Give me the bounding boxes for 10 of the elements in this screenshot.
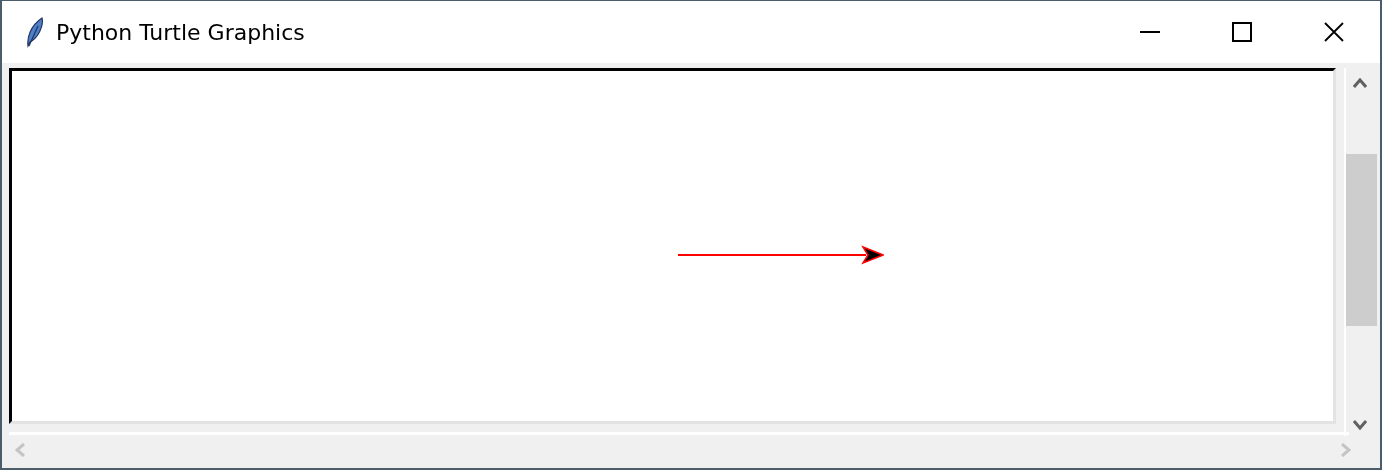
scroll-left-button[interactable]	[15, 443, 25, 457]
vertical-scrollbar[interactable]	[1344, 68, 1377, 436]
close-icon[interactable]	[1323, 21, 1345, 43]
window-title: Python Turtle Graphics	[56, 18, 305, 47]
scroll-down-button[interactable]	[1353, 420, 1367, 430]
maximize-icon[interactable]	[1231, 21, 1253, 43]
feather-icon	[24, 16, 46, 48]
scroll-up-button[interactable]	[1353, 78, 1367, 88]
scroll-right-button[interactable]	[1341, 443, 1351, 457]
scroll-thumb[interactable]	[1346, 154, 1377, 326]
